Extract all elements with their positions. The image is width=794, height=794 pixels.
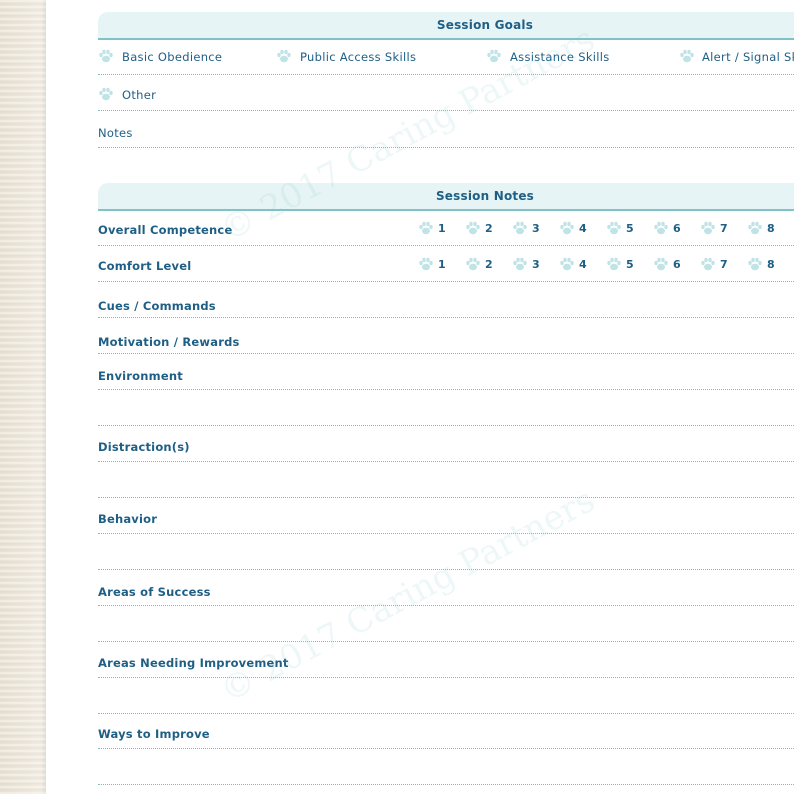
rating-number: 5: [626, 258, 634, 271]
rating-number: 6: [673, 222, 681, 235]
session-notes-banner: Session Notes: [98, 183, 794, 211]
goal-public-access-skills[interactable]: Public Access Skills: [300, 50, 416, 64]
rating-number: 1: [438, 222, 446, 235]
paw-icon: [700, 220, 716, 236]
paw-icon: [747, 220, 763, 236]
goal-assistance-skills[interactable]: Assistance Skills: [510, 50, 610, 64]
session-goals-banner: Session Goals: [98, 12, 794, 40]
rating-number: 4: [579, 222, 587, 235]
environment-line[interactable]: [98, 425, 794, 426]
rating-number: 5: [626, 222, 634, 235]
divider: [98, 245, 794, 246]
cues-commands-line[interactable]: [98, 317, 794, 318]
notes-line[interactable]: [98, 147, 794, 148]
distractions-label: Distraction(s): [98, 440, 190, 454]
rating-number: 6: [673, 258, 681, 271]
paw-icon: [679, 48, 695, 64]
session-goals-title: Session Goals: [436, 18, 534, 32]
comfort-level-label: Comfort Level: [98, 259, 192, 273]
paw-icon: [98, 48, 114, 64]
rating-number: 2: [485, 222, 493, 235]
goal-alert-signal-skills[interactable]: Alert / Signal Sk: [702, 50, 794, 64]
rating-number: 8: [767, 222, 775, 235]
overall-competence-label: Overall Competence: [98, 223, 233, 237]
goal-other[interactable]: Other: [122, 88, 156, 102]
paw-icon: [418, 256, 434, 272]
goal-basic-obedience[interactable]: Basic Obedience: [122, 50, 222, 64]
distractions-line[interactable]: [98, 461, 794, 462]
rating-number: 4: [579, 258, 587, 271]
paw-icon: [653, 220, 669, 236]
areas-needing-improvement-line[interactable]: [98, 713, 794, 714]
ways-to-improve-line[interactable]: [98, 748, 794, 749]
paw-icon: [606, 256, 622, 272]
rating-number: 3: [532, 258, 540, 271]
cues-commands-label: Cues / Commands: [98, 299, 216, 313]
areas-of-success-label: Areas of Success: [98, 585, 211, 599]
behavior-line[interactable]: [98, 569, 794, 570]
divider: [98, 74, 794, 75]
paw-icon: [465, 256, 481, 272]
paw-icon: [700, 256, 716, 272]
paw-icon: [606, 220, 622, 236]
ways-to-improve-line[interactable]: [98, 784, 794, 785]
areas-needing-improvement-line[interactable]: [98, 677, 794, 678]
goals-notes-label: Notes: [98, 126, 133, 140]
paw-icon: [653, 256, 669, 272]
paw-icon: [418, 220, 434, 236]
divider: [98, 110, 794, 111]
behavior-label: Behavior: [98, 512, 158, 526]
wood-background: [0, 0, 46, 794]
rating-number: 7: [720, 258, 728, 271]
environment-label: Environment: [98, 369, 183, 383]
divider: [98, 281, 794, 282]
areas-of-success-line[interactable]: [98, 605, 794, 606]
paw-icon: [276, 48, 292, 64]
paw-icon: [512, 256, 528, 272]
rating-number: 2: [485, 258, 493, 271]
motivation-rewards-label: Motivation / Rewards: [98, 335, 240, 349]
distractions-line[interactable]: [98, 497, 794, 498]
rating-number: 3: [532, 222, 540, 235]
environment-line[interactable]: [98, 389, 794, 390]
ways-to-improve-label: Ways to Improve: [98, 727, 210, 741]
paw-icon: [512, 220, 528, 236]
rating-number: 1: [438, 258, 446, 271]
motivation-rewards-line[interactable]: [98, 353, 794, 354]
paw-icon: [486, 48, 502, 64]
areas-needing-improvement-label: Areas Needing Improvement: [98, 656, 289, 670]
session-notes-title: Session Notes: [435, 189, 535, 203]
paw-icon: [98, 86, 114, 102]
paw-icon: [747, 256, 763, 272]
paw-icon: [559, 220, 575, 236]
rating-number: 8: [767, 258, 775, 271]
paw-icon: [559, 256, 575, 272]
paw-icon: [465, 220, 481, 236]
rating-number: 7: [720, 222, 728, 235]
behavior-line[interactable]: [98, 533, 794, 534]
planner-page: [46, 0, 794, 794]
areas-of-success-line[interactable]: [98, 641, 794, 642]
